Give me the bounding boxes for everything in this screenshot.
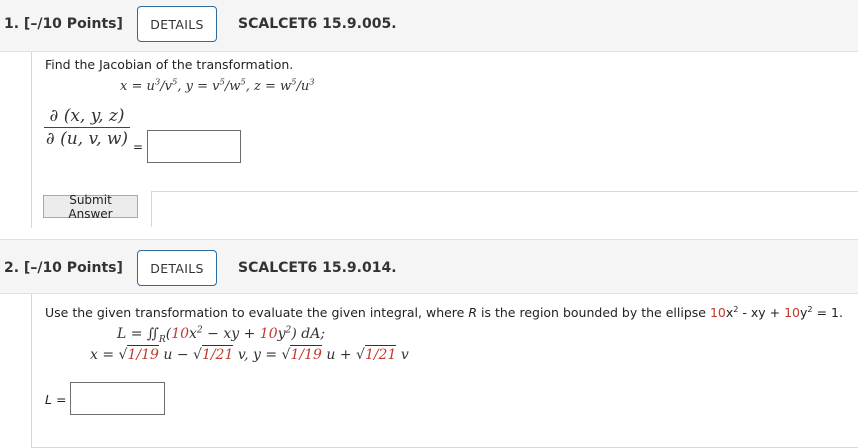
prompt-start: Use the given transformation to evaluate… [45,305,469,320]
transform-term-4: v [396,347,409,363]
question-2-answer-input[interactable] [70,382,165,415]
eq-y-lhs: , y = v [177,79,220,94]
transform-root-1: 1/19 [127,345,159,363]
question-1-prompt: Find the Jacobian of the transformation. [45,57,294,72]
transform-root-3: 1/19 [290,345,322,363]
transform-x-lhs: x = √ [90,347,128,363]
integral-coef-1: 10 [171,326,190,342]
integral-region: R [158,334,166,345]
prompt-region-r: R [468,305,478,320]
integral-coef-2: 10 [259,326,278,342]
question-2-number: 2. [–/10 Points] [4,260,123,276]
question-1-number: 1. [–/10 Points] [4,16,123,32]
integral-x: x [189,326,197,342]
jacobian-denominator: ∂ (u, v, w) [45,129,129,149]
ellipse-rhs: = 1. [812,305,843,320]
integral-middle: − xy + [202,326,260,342]
integral-y: y [277,326,286,342]
question-2-transformation: x = √1/19 u − √1/21 v, y = √1/19 u + √1/… [90,345,409,363]
eq-z-mid: /u [296,79,310,94]
eq-x-lhs: x = u [120,79,155,94]
transform-root-4: 1/21 [364,345,397,363]
ellipse-coef-1: 10 [709,305,726,320]
transform-term-2: v, y = √ [233,347,291,363]
eq-x-mid: /v [160,79,172,94]
ellipse-middle: - xy + [738,305,785,320]
submit-answer-button[interactable]: Submit Answer [43,193,138,221]
question-2-code: SCALCET6 15.9.014. [238,260,397,276]
jacobian-equals: = [133,140,144,154]
eq-z-exp2: 3 [309,76,315,87]
transform-term-3: u + √ [321,347,365,363]
submit-area-divider [151,191,858,227]
question-2-answer-label: L = [45,392,67,407]
question-2-prompt: Use the given transformation to evaluate… [45,305,843,320]
question-1-code: SCALCET6 15.9.005. [238,16,397,32]
integral-lhs: L = ∬ [117,326,159,342]
question-1-header: 1. [–/10 Points] DETAILS SCALCET6 15.9.0… [0,0,858,52]
fraction-bar [44,127,130,128]
prompt-mid: is the region bounded by the ellipse [477,305,710,320]
eq-y-mid: /w [224,79,241,94]
question-1-answer-input[interactable] [147,130,241,163]
eq-z-lhs: , z = w [245,79,292,94]
question-2-header: 2. [–/10 Points] DETAILS SCALCET6 15.9.0… [0,239,858,294]
question-2-integral: L = ∬R(10x2 − xy + 10y2) dA; [117,326,326,345]
question-2-details-button[interactable]: DETAILS [137,250,217,286]
jacobian-numerator: ∂ (x, y, z) [49,106,125,126]
integral-close: ) dA; [291,326,326,342]
ellipse-coef-2: 10 [784,305,801,320]
transform-root-2: 1/21 [201,345,234,363]
question-1-transformation: x = u3/v5, y = v5/w5, z = w5/u3 [120,76,315,94]
question-1-details-button[interactable]: DETAILS [137,6,217,42]
transform-term-1: u − √ [158,347,202,363]
jacobian-fraction: ∂ (x, y, z) ∂ (u, v, w) [44,106,130,149]
